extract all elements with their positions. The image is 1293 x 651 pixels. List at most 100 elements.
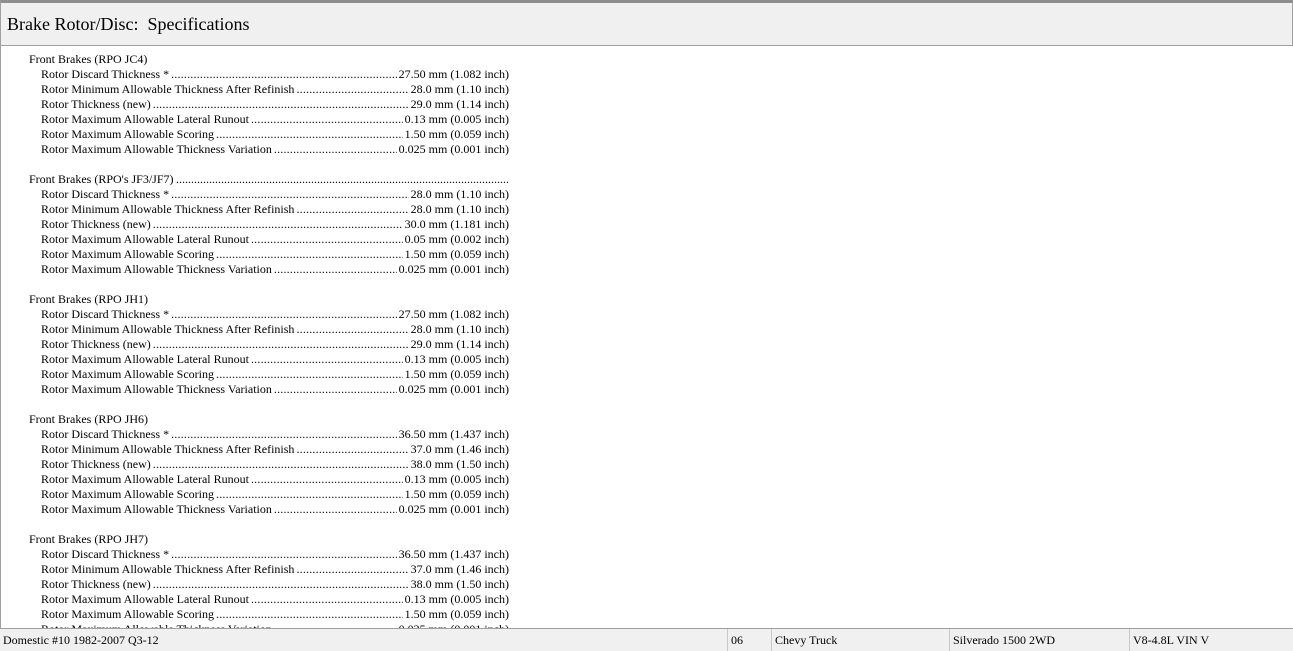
- spec-section: Front Brakes (RPO JC4) Rotor Discard Thic…: [29, 52, 549, 157]
- leader-dots: [251, 232, 403, 247]
- spec-value: 29.0 mm (1.14 inch): [410, 337, 509, 351]
- leader-dots: [296, 322, 408, 337]
- spec-row: Rotor Discard Thickness * 36.50 mm (1.437…: [29, 547, 509, 562]
- leader-dots: [296, 202, 408, 217]
- spec-label: Rotor Maximum Allowable Lateral Runout: [41, 112, 249, 126]
- spec-row: Rotor Maximum Allowable Lateral Runout 0.…: [29, 352, 509, 367]
- spec-value: 27.50 mm (1.082 inch): [398, 307, 509, 321]
- spec-row: Rotor Discard Thickness * 28.0 mm (1.10 i…: [29, 187, 509, 202]
- leader-dots: [153, 337, 409, 352]
- section-heading: Front Brakes (RPO's JF3/JF7): [29, 172, 509, 187]
- leader-dots: [274, 382, 397, 397]
- spec-row: Rotor Discard Thickness * 27.50 mm (1.082…: [29, 307, 509, 322]
- spec-value: 0.025 mm (0.001 inch): [398, 142, 509, 156]
- spec-section: Front Brakes (RPO JH1) Rotor Discard Thic…: [29, 292, 549, 397]
- section-heading-text: Front Brakes (RPO's JF3/JF7): [29, 172, 175, 186]
- spec-label: Rotor Maximum Allowable Thickness Variat…: [41, 262, 272, 276]
- spec-label: Rotor Maximum Allowable Lateral Runout: [41, 472, 249, 486]
- section-heading: Front Brakes (RPO JH7): [29, 532, 509, 547]
- leader-dots: [216, 367, 403, 382]
- spec-row: Rotor Maximum Allowable Scoring 1.50 mm (…: [29, 607, 509, 622]
- spec-label: Rotor Discard Thickness *: [41, 67, 170, 81]
- spec-content-pane[interactable]: Front Brakes (RPO JC4) Rotor Discard Thic…: [0, 46, 1293, 628]
- spec-value: 36.50 mm (1.437 inch): [398, 547, 509, 561]
- spec-label: Rotor Maximum Allowable Thickness Variat…: [41, 502, 272, 516]
- leader-dots: [274, 502, 397, 517]
- leader-dots: [171, 67, 397, 82]
- section-heading: Front Brakes (RPO JC4): [29, 52, 509, 67]
- spec-label: Rotor Maximum Allowable Lateral Runout: [41, 352, 249, 366]
- spec-value: 0.13 mm (0.005 inch): [404, 112, 509, 126]
- spec-row: Rotor Maximum Allowable Thickness Variat…: [29, 382, 509, 397]
- spec-row: Rotor Minimum Allowable Thickness After …: [29, 82, 509, 97]
- leader-dots: [153, 97, 409, 112]
- leader-dots: [153, 457, 409, 472]
- spec-row: Rotor Maximum Allowable Thickness Variat…: [29, 262, 509, 277]
- spec-label: Rotor Maximum Allowable Scoring: [41, 607, 214, 621]
- section-heading-text: Front Brakes (RPO JC4): [29, 52, 149, 66]
- leader-dots: [216, 127, 403, 142]
- spec-value: 0.025 mm (0.001 inch): [398, 382, 509, 396]
- spec-label: Rotor Thickness (new): [41, 217, 151, 231]
- spec-label: Rotor Maximum Allowable Thickness Variat…: [41, 382, 272, 396]
- spec-label: Rotor Thickness (new): [41, 97, 151, 111]
- spec-label: Rotor Minimum Allowable Thickness After …: [41, 562, 295, 576]
- spec-section: Front Brakes (RPO's JF3/JF7)Rotor Discar…: [29, 172, 549, 277]
- spec-row: Rotor Minimum Allowable Thickness After …: [29, 562, 509, 577]
- spec-label: Rotor Thickness (new): [41, 457, 151, 471]
- spec-row: Rotor Thickness (new) 29.0 mm (1.14 inch): [29, 337, 509, 352]
- leader-dots: [251, 472, 403, 487]
- spec-label: Rotor Discard Thickness *: [41, 547, 170, 561]
- spec-value: 0.13 mm (0.005 inch): [404, 472, 509, 486]
- spec-label: Rotor Maximum Allowable Scoring: [41, 367, 214, 381]
- spec-row: Rotor Maximum Allowable Lateral Runout 0.…: [29, 232, 509, 247]
- spec-label: Rotor Discard Thickness *: [41, 427, 170, 441]
- spec-label: Rotor Thickness (new): [41, 577, 151, 591]
- spec-label: Rotor Maximum Allowable Scoring: [41, 487, 214, 501]
- spec-label: Rotor Minimum Allowable Thickness After …: [41, 442, 295, 456]
- spec-value: 28.0 mm (1.10 inch): [410, 322, 509, 336]
- spec-row: Rotor Maximum Allowable Scoring 1.50 mm (…: [29, 247, 509, 262]
- leader-dots: [251, 112, 403, 127]
- spec-row: Rotor Minimum Allowable Thickness After …: [29, 442, 509, 457]
- spec-row: Rotor Thickness (new) 38.0 mm (1.50 inch): [29, 577, 509, 592]
- spec-section: Front Brakes (RPO JH7) Rotor Discard Thic…: [29, 532, 549, 628]
- spec-value: 1.50 mm (0.059 inch): [404, 127, 509, 141]
- spec-sections: Front Brakes (RPO JC4) Rotor Discard Thic…: [29, 52, 549, 628]
- status-make: Chevy Truck: [772, 629, 950, 651]
- spec-value: 29.0 mm (1.14 inch): [410, 97, 509, 111]
- status-database: Domestic #10 1982-2007 Q3-12: [0, 629, 728, 651]
- page-title: Brake Rotor/Disc: Specifications: [7, 14, 250, 34]
- leader-dots: [251, 352, 403, 367]
- spec-value: 38.0 mm (1.50 inch): [410, 457, 509, 471]
- spec-value: 38.0 mm (1.50 inch): [410, 577, 509, 591]
- spec-value: 1.50 mm (0.059 inch): [404, 487, 509, 501]
- section-heading: Front Brakes (RPO JH6): [29, 412, 509, 427]
- spec-label: Rotor Maximum Allowable Thickness Variat…: [41, 142, 272, 156]
- leader-dots: [274, 262, 397, 277]
- spec-label: Rotor Maximum Allowable Scoring: [41, 247, 214, 261]
- spec-label: Rotor Minimum Allowable Thickness After …: [41, 82, 295, 96]
- spec-row: Rotor Maximum Allowable Lateral Runout 0.…: [29, 592, 509, 607]
- spec-label: Rotor Maximum Allowable Lateral Runout: [41, 232, 249, 246]
- spec-value: 1.50 mm (0.059 inch): [404, 367, 509, 381]
- spec-value: 0.025 mm (0.001 inch): [398, 502, 509, 516]
- spec-row: Rotor Thickness (new) 38.0 mm (1.50 inch): [29, 457, 509, 472]
- leader-dots: [153, 577, 409, 592]
- leader-dots: [171, 427, 397, 442]
- spec-label: Rotor Maximum Allowable Scoring: [41, 127, 214, 141]
- spec-row: Rotor Thickness (new) 30.0 mm (1.181 inch…: [29, 217, 509, 232]
- leader-dots: [171, 547, 397, 562]
- status-year: 06: [728, 629, 772, 651]
- spec-label: Rotor Discard Thickness *: [41, 187, 170, 201]
- spec-label: Rotor Minimum Allowable Thickness After …: [41, 322, 295, 336]
- status-bar: Domestic #10 1982-2007 Q3-12 06 Chevy Tr…: [0, 628, 1293, 651]
- leader-dots: [216, 487, 403, 502]
- spec-value: 28.0 mm (1.10 inch): [410, 187, 509, 201]
- spec-value: 0.13 mm (0.005 inch): [404, 352, 509, 366]
- spec-row: Rotor Discard Thickness * 27.50 mm (1.082…: [29, 67, 509, 82]
- spec-row: Rotor Maximum Allowable Lateral Runout 0.…: [29, 112, 509, 127]
- spec-row: Rotor Minimum Allowable Thickness After …: [29, 202, 509, 217]
- spec-value: 1.50 mm (0.059 inch): [404, 247, 509, 261]
- section-heading-text: Front Brakes (RPO JH1): [29, 292, 149, 306]
